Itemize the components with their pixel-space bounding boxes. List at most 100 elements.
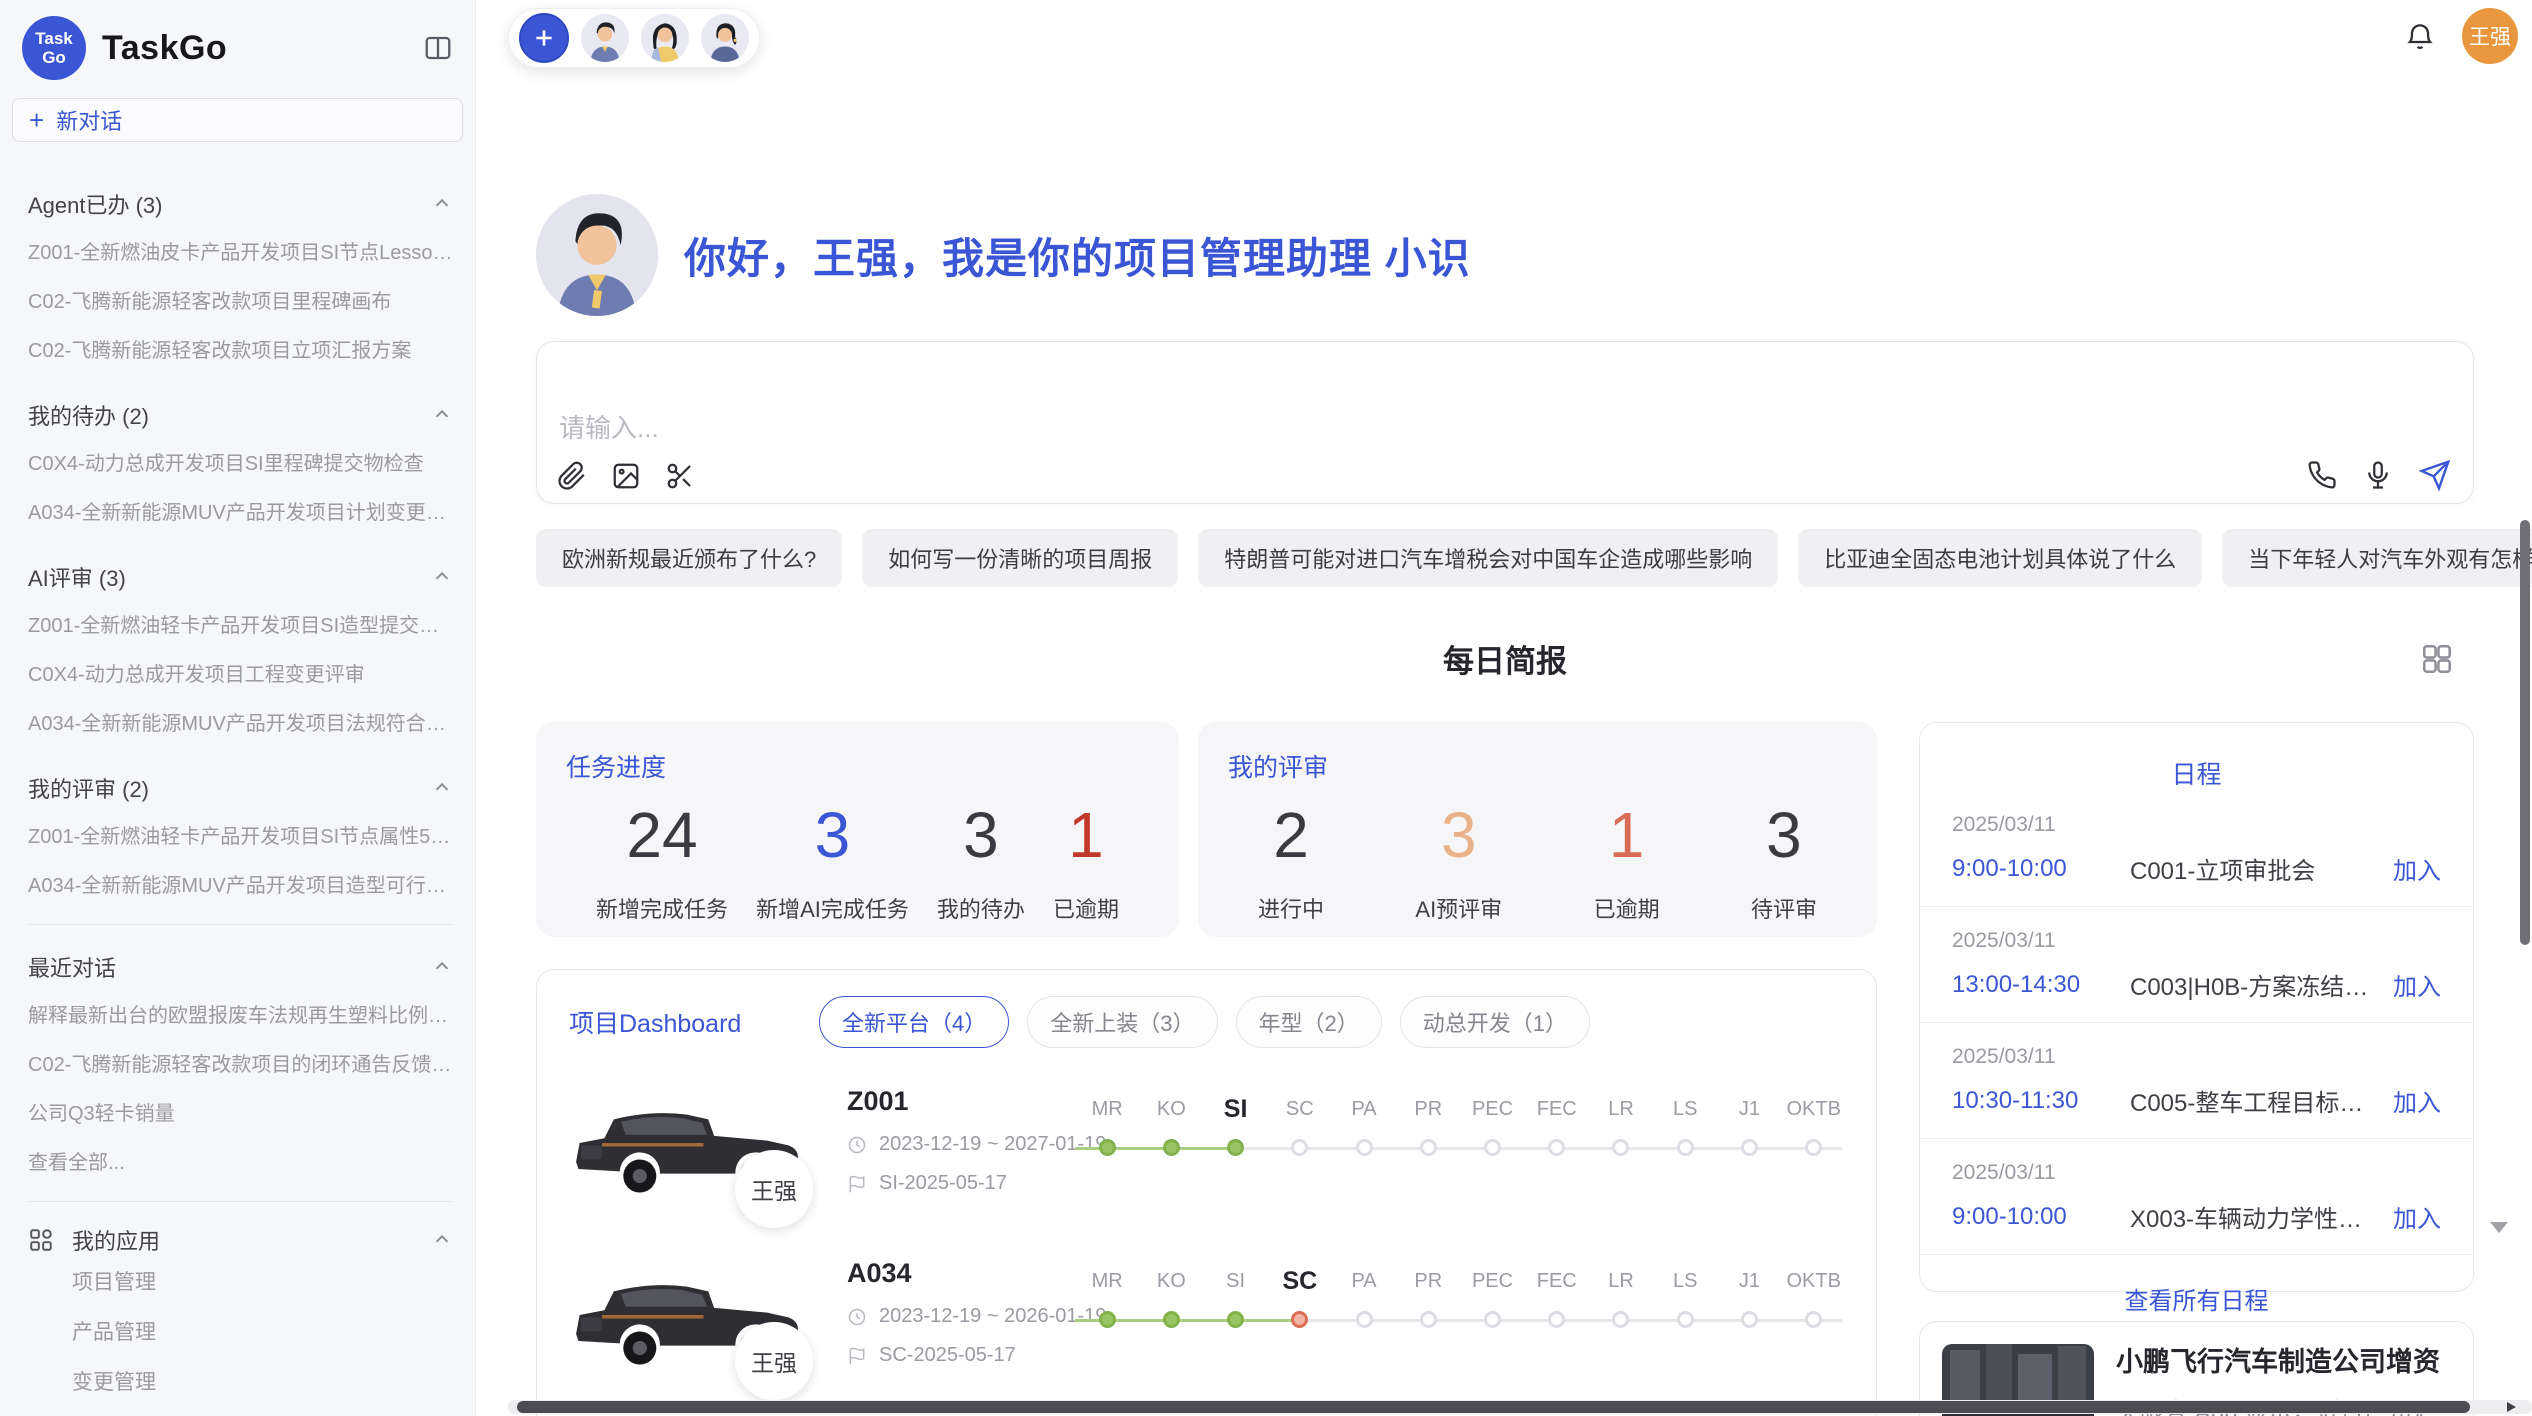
- scroll-down-arrow-icon[interactable]: [2490, 1222, 2508, 1233]
- dashboard-tab[interactable]: 全新上装（3）: [1027, 996, 1217, 1048]
- phone-call-icon[interactable]: [2307, 460, 2337, 490]
- sidebar-task-item[interactable]: C0X4-动力总成开发项目SI里程碑提交物检查: [28, 437, 453, 486]
- sidebar-task-item[interactable]: Z001-全新燃油轻卡产品开发项目SI造型提交物评审: [28, 599, 453, 648]
- project-owner-badge: 王强: [735, 1150, 813, 1228]
- recent-chat-item[interactable]: C02-飞腾新能源轻客改款项目的闭环通告反馈情况: [28, 1038, 453, 1087]
- new-chat-button[interactable]: + 新对话: [12, 98, 463, 142]
- sidebar-collapse-icon[interactable]: [423, 33, 453, 63]
- section-header[interactable]: 我的待办 (2): [28, 399, 453, 431]
- event-date: 2025/03/11: [1952, 929, 2441, 953]
- sidebar-task-item[interactable]: C02-飞腾新能源轻客改款项目里程碑画布: [28, 275, 453, 324]
- section-header[interactable]: 我的评审 (2): [28, 772, 453, 804]
- sidebar-task-item[interactable]: Z001-全新燃油轻卡产品开发项目SI节点属性5D文件评审: [28, 810, 453, 859]
- project-owner-badge: 王强: [735, 1322, 813, 1400]
- avatar-contact-2[interactable]: [641, 14, 689, 62]
- app-sub-item[interactable]: 产品管理: [28, 1306, 453, 1356]
- milestone-dot: [1548, 1311, 1565, 1328]
- milestone-dot: [1356, 1311, 1373, 1328]
- milestone-track: MRKOSISCPAPRPECFECLRLSJ1OKTB: [1075, 1248, 1846, 1328]
- suggestion-chip[interactable]: 欧洲新规最近颁布了什么?: [536, 529, 842, 587]
- app-sub-item[interactable]: 变更管理: [28, 1356, 453, 1406]
- new-chat-label: 新对话: [56, 104, 122, 136]
- join-button[interactable]: 加入: [2393, 1199, 2441, 1234]
- sidebar-task-item[interactable]: A034-全新新能源MUV产品开发项目计划变更表编写: [28, 486, 453, 535]
- flag-icon: [847, 1346, 867, 1366]
- milestone-label: FEC: [1525, 1092, 1589, 1126]
- horizontal-scrollbar[interactable]: [508, 1400, 2532, 1414]
- suggestion-chip[interactable]: 特朗普可能对进口汽车增税会对中国车企造成哪些影响: [1198, 529, 1778, 587]
- app-sub-item[interactable]: 查看全部...: [28, 1406, 453, 1416]
- milestone-label: PR: [1396, 1264, 1460, 1298]
- dashboard-tab[interactable]: 动总开发（1）: [1400, 996, 1590, 1048]
- section-header[interactable]: Agent已办 (3): [28, 188, 453, 220]
- milestone-label: KO: [1139, 1092, 1203, 1126]
- milestone-label: OKTB: [1782, 1264, 1846, 1298]
- main-area: 王强 你好，王强，我是你的项目管理助理 小识 请输入... 欧洲新规最近颁布了什…: [476, 0, 2532, 1416]
- milestone-dot: [1677, 1139, 1694, 1156]
- milestone-dot: [1484, 1311, 1501, 1328]
- send-icon[interactable]: [2419, 459, 2451, 491]
- notification-bell-icon[interactable]: [2404, 20, 2436, 52]
- milestone-label: LR: [1589, 1092, 1653, 1126]
- horizontal-scrollbar-thumb[interactable]: [517, 1401, 2470, 1413]
- stat-value: 3: [937, 798, 1025, 872]
- avatar-contact-1[interactable]: [581, 14, 629, 62]
- project-date-range: 2023-12-19 ~ 2026-01-19: [847, 1305, 1075, 1328]
- milestone-dot: [1163, 1311, 1180, 1328]
- sidebar-item-my-apps[interactable]: 我的应用: [28, 1224, 453, 1256]
- recent-chat-item[interactable]: 查看全部...: [28, 1136, 453, 1185]
- daily-briefing-title: 每日简报: [536, 636, 2474, 681]
- clock-icon: [847, 1307, 867, 1327]
- recent-chat-item[interactable]: 解释最新出台的欧盟报废车法规再生塑料比例被调至15%...: [28, 989, 453, 1038]
- avatar-contact-3[interactable]: [701, 14, 749, 62]
- sidebar-task-item[interactable]: C02-飞腾新能源轻客改款项目立项汇报方案: [28, 324, 453, 373]
- dashboard-tab[interactable]: 年型（2）: [1236, 996, 1382, 1048]
- stat-label: 我的待办: [937, 892, 1025, 924]
- suggestion-chip[interactable]: 如何写一份清晰的项目周报: [862, 529, 1178, 587]
- join-button[interactable]: 加入: [2393, 851, 2441, 886]
- add-conversation-button[interactable]: [519, 13, 569, 63]
- scroll-right-arrow-icon[interactable]: [2507, 1402, 2516, 1412]
- section-recent-chats[interactable]: 最近对话: [28, 951, 453, 983]
- dashboard-tab[interactable]: 全新平台（4）: [819, 996, 1009, 1048]
- event-name: X003-车辆动力学性能验...: [2130, 1199, 2379, 1234]
- project-date-range: 2023-12-19 ~ 2027-01-19: [847, 1133, 1075, 1156]
- user-avatar[interactable]: 王强: [2462, 8, 2518, 64]
- stat-item: 1已逾期: [1053, 798, 1119, 924]
- join-button[interactable]: 加入: [2393, 967, 2441, 1002]
- project-car-image: 王强: [569, 1248, 819, 1388]
- chevron-up-icon[interactable]: [431, 566, 453, 588]
- milestone-dot: [1163, 1139, 1180, 1156]
- sidebar-task-item[interactable]: Z001-全新燃油皮卡产品开发项目SI节点Lesson Learn报告: [28, 226, 453, 275]
- attachment-icon[interactable]: [557, 461, 587, 491]
- join-button[interactable]: 加入: [2393, 1083, 2441, 1118]
- microphone-icon[interactable]: [2363, 460, 2393, 490]
- flag-icon: [847, 1174, 867, 1194]
- sidebar-task-item[interactable]: A034-全新新能源MUV产品开发项目法规符合性评审: [28, 697, 453, 746]
- layout-grid-icon[interactable]: [2420, 642, 2454, 676]
- recent-chat-item[interactable]: 公司Q3轻卡销量: [28, 1087, 453, 1136]
- logo-line1: Task: [35, 29, 73, 48]
- suggestion-chip[interactable]: 比亚迪全固态电池计划具体说了什么: [1798, 529, 2202, 587]
- chevron-up-icon[interactable]: [431, 193, 453, 215]
- section-header[interactable]: AI评审 (3): [28, 561, 453, 593]
- stat-value: 1: [1594, 798, 1660, 872]
- chevron-up-icon[interactable]: [431, 1229, 453, 1251]
- scissors-icon[interactable]: [665, 461, 695, 491]
- chevron-up-icon[interactable]: [431, 956, 453, 978]
- message-input[interactable]: 请输入...: [536, 341, 2474, 504]
- project-car-image: 王强: [569, 1076, 819, 1216]
- vertical-scrollbar-thumb[interactable]: [2520, 520, 2530, 945]
- sidebar-task-item[interactable]: C0X4-动力总成开发项目工程变更评审: [28, 648, 453, 697]
- suggestion-chip[interactable]: 当下年轻人对汽车外观有怎样的喜好趋势: [2222, 529, 2532, 587]
- milestone-track: MRKOSISCPAPRPECFECLRLSJ1OKTB: [1075, 1076, 1846, 1156]
- image-upload-icon[interactable]: [611, 461, 641, 491]
- event-time: 13:00-14:30: [1952, 971, 2130, 999]
- app-sub-item[interactable]: 项目管理: [28, 1256, 453, 1306]
- plus-icon: +: [29, 105, 44, 136]
- chevron-up-icon[interactable]: [431, 777, 453, 799]
- event-row: 10:30-11:30C005-整车工程目标评审加入: [1952, 1083, 2441, 1118]
- sidebar-task-item[interactable]: A034-全新新能源MUV产品开发项目造型可行性评审: [28, 859, 453, 908]
- chevron-up-icon[interactable]: [431, 404, 453, 426]
- milestone-dot: [1291, 1311, 1308, 1328]
